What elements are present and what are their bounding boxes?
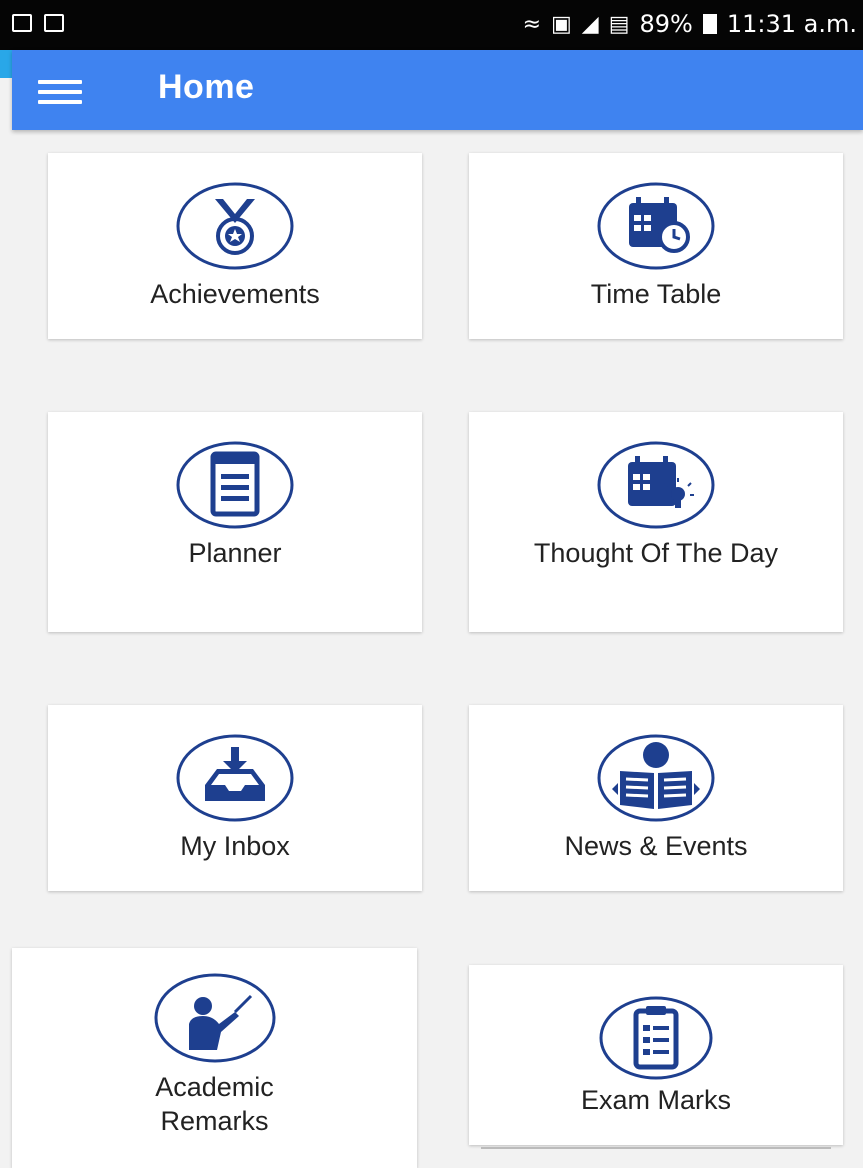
tile-label: Planner xyxy=(188,538,282,568)
calendar-lightbulb-icon xyxy=(597,441,715,529)
signal-icon: ◢ xyxy=(581,11,599,37)
battery-percent: 89% xyxy=(639,10,693,38)
tile-time-table[interactable]: Time Table xyxy=(469,153,843,339)
exam-clipboard-icon xyxy=(599,996,713,1080)
tile-thought-of-the-day[interactable]: Thought Of The Day xyxy=(469,412,843,632)
page-title: Home xyxy=(158,68,255,106)
tile-label: News & Events xyxy=(564,831,748,861)
tile-label: Time Table xyxy=(590,279,722,309)
calendar-clock-icon xyxy=(597,182,715,270)
gallery-notification-icon xyxy=(12,14,32,32)
teacher-pointer-icon xyxy=(154,973,275,1063)
medal-icon xyxy=(176,182,294,270)
hamburger-menu-icon[interactable] xyxy=(38,80,82,104)
tile-planner[interactable]: Planner xyxy=(48,412,422,632)
tile-label: Exam Marks xyxy=(580,1085,732,1115)
edge-accent xyxy=(0,50,12,78)
app-bar: Home xyxy=(12,50,863,130)
sim-icon: ▣ xyxy=(551,11,572,37)
system-status: ≈ ▣ ◢ ▤ 89% 11:31 a.m. xyxy=(523,10,857,38)
signal-bars-icon: ▤ xyxy=(608,11,630,37)
tile-label: Achievements xyxy=(150,279,320,309)
status-bar: ≈ ▣ ◢ ▤ 89% 11:31 a.m. xyxy=(0,0,863,50)
tile-label: My Inbox xyxy=(180,831,290,861)
battery-icon xyxy=(702,14,717,34)
tile-exam-marks[interactable]: Exam Marks xyxy=(469,965,843,1149)
tile-my-inbox[interactable]: My Inbox xyxy=(48,705,422,891)
wifi-icon: ≈ xyxy=(522,11,541,37)
inbox-download-icon xyxy=(176,734,294,822)
tile-label: Academic Remarks xyxy=(155,1072,274,1136)
tile-academic-remarks[interactable]: Academic Remarks xyxy=(12,948,417,1168)
notification-icons xyxy=(12,14,64,32)
sd-card-notification-icon xyxy=(44,14,64,32)
clock: 11:31 a.m. xyxy=(726,10,857,38)
planner-document-icon xyxy=(176,441,294,529)
tile-news-events[interactable]: News & Events xyxy=(469,705,843,891)
tile-label: Thought Of The Day xyxy=(533,538,779,568)
tile-achievements[interactable]: Achievements xyxy=(48,153,422,339)
news-reader-icon xyxy=(597,734,715,822)
